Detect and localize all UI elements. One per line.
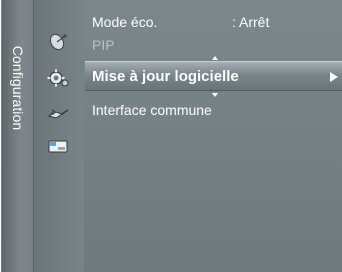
menu-item-label: Mode éco.	[92, 14, 158, 30]
menu-item-label: PIP	[92, 37, 115, 53]
category-tab-label: Configuration	[10, 45, 26, 131]
common-interface-card-icon[interactable]	[46, 136, 70, 156]
plug-icon[interactable]	[46, 104, 70, 124]
enter-arrow-icon	[330, 72, 338, 82]
category-tab[interactable]: Configuration	[2, 0, 34, 272]
menu-item-pip: PIP	[85, 33, 342, 57]
menu-list: Mode éco. : Arrêt PIP Mise à jour logici…	[85, 0, 342, 272]
setup-menu-panel: Configuration Mode éco.: Arrêt PIP Mise…	[1, 0, 342, 272]
scroll-up-indicator-icon	[212, 56, 218, 60]
category-icon-column	[34, 0, 119, 272]
menu-item-common-interface[interactable]: Interface commune	[85, 98, 342, 122]
menu-item-value: : Arrêt	[232, 14, 270, 30]
scroll-down-indicator-icon	[212, 93, 218, 97]
menu-item-label: Mise à jour logicielle	[92, 68, 239, 85]
gear-icon[interactable]	[46, 68, 70, 88]
menu-item-label: Interface commune	[92, 102, 212, 118]
menu-item-software-update[interactable]: Mise à jour logicielle	[85, 61, 342, 91]
menu-item-eco-mode[interactable]: Mode éco. : Arrêt	[85, 10, 342, 34]
satellite-dish-icon[interactable]	[46, 32, 70, 52]
